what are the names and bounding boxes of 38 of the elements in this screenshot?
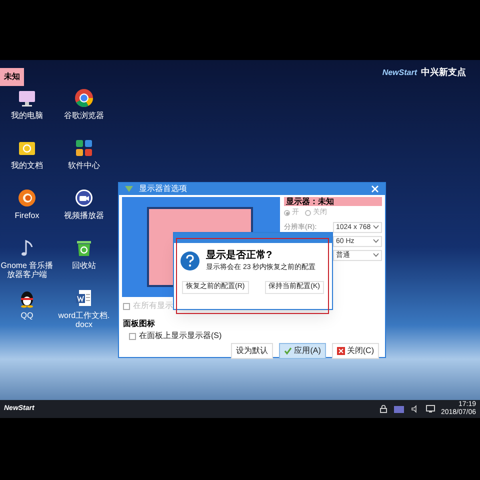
- desktop-icon-label[interactable]: 软件中心: [57, 161, 111, 170]
- dialog-button[interactable]: 关闭(C): [332, 343, 379, 359]
- lock-icon[interactable]: [380, 405, 387, 413]
- window-title: 显示器首选项: [139, 183, 188, 195]
- document-icon[interactable]: [74, 288, 94, 308]
- browser-icon[interactable]: [74, 88, 94, 108]
- brand-name: 中兴新支点: [421, 66, 466, 79]
- desktop-icon-label[interactable]: 我的电脑: [0, 111, 54, 120]
- volume-icon[interactable]: [410, 405, 419, 413]
- caret-icon: [373, 225, 379, 229]
- fox-browser-icon[interactable]: [17, 188, 37, 208]
- monitor-icon[interactable]: [17, 88, 37, 108]
- desktop-icon-label[interactable]: 视频播放器: [57, 211, 111, 220]
- dialog-heading: 显示是否正常?: [206, 248, 274, 263]
- close-icon[interactable]: [371, 185, 379, 193]
- desktop-icon-label[interactable]: Firefox: [0, 211, 54, 220]
- desktop-icon-label[interactable]: word工作文档.docx: [57, 311, 111, 329]
- checkmark-icon: [284, 347, 292, 355]
- checkbox[interactable]: 在面板上显示显示器(S): [129, 330, 381, 342]
- desktop-icon-label[interactable]: 我的文档: [0, 161, 54, 170]
- desktop-icon-label[interactable]: 回收站: [57, 261, 111, 270]
- monitor-label: 显示器：未知: [284, 197, 382, 206]
- desktop-icon-label[interactable]: Gnome 音乐播放器客户端: [0, 261, 54, 279]
- brand-logo: NewStart: [382, 66, 417, 79]
- dialog-button[interactable]: 应用(A): [279, 343, 326, 359]
- desktop-icon-label[interactable]: 谷歌浏览器: [57, 111, 111, 120]
- caret-icon: [373, 253, 379, 257]
- close-icon: [336, 347, 345, 355]
- section-heading: 面板图标: [123, 318, 156, 330]
- app-grid-icon[interactable]: [74, 138, 94, 158]
- caret-icon: [373, 239, 379, 243]
- camera-icon[interactable]: [74, 188, 94, 208]
- keyboard-icon[interactable]: [394, 406, 404, 412]
- question-icon: [180, 250, 200, 271]
- dialog-button[interactable]: 设为默认: [231, 343, 274, 359]
- monitor-tag: 未知: [0, 68, 24, 86]
- recycle-bin-icon[interactable]: [74, 238, 94, 258]
- desktop-icon-label[interactable]: QQ: [0, 311, 54, 320]
